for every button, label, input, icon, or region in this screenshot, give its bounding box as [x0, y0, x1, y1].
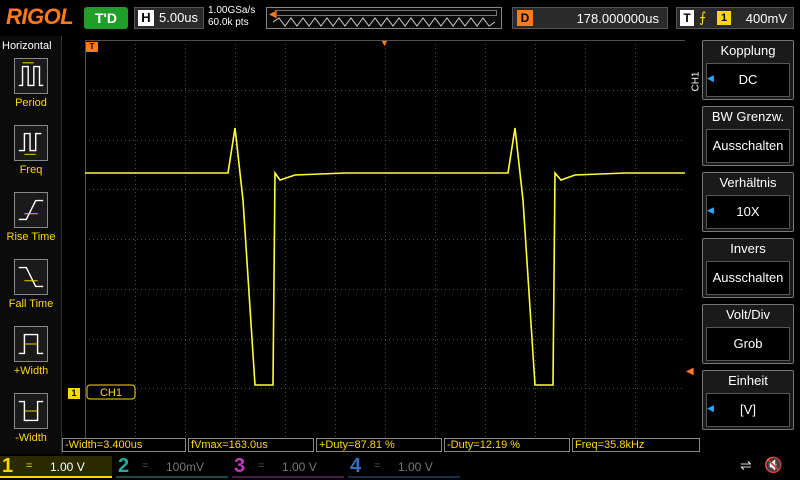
- measurement-negative-width[interactable]: -Width=3.400us: [62, 438, 186, 452]
- channel-scale: 100mV: [166, 460, 205, 474]
- trigger-label: T: [680, 10, 694, 26]
- measurement-vmax-time[interactable]: fVmax=163.0us: [188, 438, 314, 452]
- sidebar-title: Horizontal: [2, 40, 52, 52]
- channel-2-status[interactable]: 2 = 100mV: [116, 455, 228, 478]
- menu-item-value: Ausschalten: [706, 129, 790, 163]
- measure-sidebar: Horizontal Period Freq Rise Time Fall Ti…: [0, 36, 62, 456]
- measure-item-period[interactable]: Period: [0, 58, 62, 109]
- trigger-level: 400mV: [745, 11, 787, 26]
- acquisition-info: 1.00GSa/s 60.0k pts: [208, 5, 255, 29]
- trigger-level-marker-icon[interactable]: ◀: [686, 366, 694, 377]
- menu-item-value: [V]: [706, 393, 790, 427]
- trigger-box[interactable]: T ⨍ 1 400mV: [676, 7, 794, 29]
- measure-item-label: -Width: [15, 432, 47, 444]
- frequency-icon: [14, 125, 48, 161]
- memory-waveform-icon: [273, 17, 496, 27]
- measure-item-label: Freq: [19, 164, 43, 176]
- channel-scale: 1.00 V: [50, 460, 85, 474]
- menu-item-volt-div[interactable]: Volt/Div Grob: [702, 304, 794, 364]
- menu-item-label: Verhältnis: [719, 175, 777, 190]
- channel-menu: Kopplung DC ◀ BW Grenzw. Ausschalten Ver…: [702, 36, 800, 436]
- horizontal-scale-box[interactable]: H 5.00us: [134, 7, 204, 29]
- menu-item-coupling[interactable]: Kopplung DC ◀: [702, 40, 794, 100]
- negative-width-icon: [14, 393, 48, 429]
- delay-value: 178.000000us: [576, 11, 659, 26]
- menu-item-value: Ausschalten: [706, 261, 790, 295]
- rise-time-icon: [14, 192, 48, 228]
- menu-item-invert[interactable]: Invers Ausschalten: [702, 238, 794, 298]
- measurement-negative-duty[interactable]: -Duty=12.19 %: [444, 438, 570, 452]
- rising-edge-icon: ⨍: [699, 9, 707, 25]
- left-arrow-icon: ◀: [707, 73, 714, 83]
- usb-icon: ⇌: [740, 457, 752, 473]
- menu-item-bandwidth-limit[interactable]: BW Grenzw. Ausschalten: [702, 106, 794, 166]
- waveform-display[interactable]: CH1: [85, 40, 685, 438]
- measure-item-label: Fall Time: [8, 298, 54, 310]
- ch1-ground-marker[interactable]: 1: [68, 388, 80, 399]
- memory-depth: 60.0k pts: [208, 17, 249, 28]
- left-arrow-icon: ◀: [707, 205, 714, 215]
- channel-number: 2: [118, 455, 130, 477]
- delay-box[interactable]: D 178.000000us: [512, 7, 668, 29]
- menu-item-label: Kopplung: [720, 43, 776, 58]
- channel-scale: 1.00 V: [282, 460, 317, 474]
- measurement-bar: -Width=3.400us fVmax=163.0us +Duty=87.81…: [62, 438, 702, 452]
- menu-item-label: BW Grenzw.: [711, 109, 785, 124]
- coupling-icon: =: [258, 460, 265, 472]
- measure-item-fall-time[interactable]: Fall Time: [0, 259, 62, 310]
- left-arrow-icon: ◀: [707, 403, 714, 413]
- measure-item-positive-width[interactable]: +Width: [0, 326, 62, 377]
- menu-item-value: 10X: [706, 195, 790, 229]
- menu-item-label: Invers: [730, 241, 766, 256]
- menu-item-value: Grob: [706, 327, 790, 361]
- menu-item-probe-ratio[interactable]: Verhältnis 10X ◀: [702, 172, 794, 232]
- measurement-frequency[interactable]: Freq=35.8kHz: [572, 438, 700, 452]
- brand-logo: RIGOL: [6, 4, 74, 29]
- measure-item-rise-time[interactable]: Rise Time: [0, 192, 62, 243]
- speaker-muted-icon[interactable]: 🔇: [764, 456, 783, 474]
- channel-4-status[interactable]: 4 = 1.00 V: [348, 455, 460, 478]
- trigger-source: 1: [717, 11, 731, 25]
- coupling-icon: =: [142, 460, 149, 472]
- menu-item-unit[interactable]: Einheit [V] ◀: [702, 370, 794, 430]
- graticule: [85, 40, 685, 438]
- coupling-icon: =: [26, 460, 33, 472]
- fall-time-icon: [14, 259, 48, 295]
- measure-item-label: Rise Time: [6, 231, 56, 243]
- channel-1-status[interactable]: 1 = 1.00 V: [0, 455, 112, 478]
- memory-window: [275, 10, 497, 16]
- measure-item-label: Period: [15, 97, 47, 109]
- channel-number: 3: [234, 455, 246, 477]
- menu-item-label: Volt/Div: [725, 307, 771, 322]
- channel-number: 1: [2, 455, 14, 477]
- svg-text:CH1: CH1: [100, 387, 122, 399]
- delay-label: D: [517, 10, 533, 26]
- top-bar: RIGOL T'D H 5.00us 1.00GSa/s 60.0k pts ◀…: [0, 0, 800, 36]
- measurement-positive-duty[interactable]: +Duty=87.81 %: [316, 438, 442, 452]
- memory-overview[interactable]: ◀: [266, 7, 502, 29]
- channel-3-status[interactable]: 3 = 1.00 V: [232, 455, 344, 478]
- horizontal-label: H: [138, 10, 154, 26]
- horizontal-scale-value: 5.00us: [159, 10, 199, 25]
- menu-channel-tag: CH1: [690, 71, 702, 92]
- measure-item-label: +Width: [13, 365, 49, 377]
- channel-scale: 1.00 V: [398, 460, 433, 474]
- coupling-icon: =: [374, 460, 381, 472]
- positive-width-icon: [14, 326, 48, 362]
- sample-rate: 1.00GSa/s: [208, 5, 256, 16]
- trigger-time-marker[interactable]: T: [86, 42, 98, 52]
- ch1-label[interactable]: CH1: [86, 384, 136, 400]
- measure-item-frequency[interactable]: Freq: [0, 125, 62, 176]
- channel-number: 4: [350, 455, 362, 477]
- run-status-badge[interactable]: T'D: [84, 7, 128, 29]
- menu-item-label: Einheit: [728, 373, 768, 388]
- trigger-position-marker-icon[interactable]: ▼: [380, 38, 389, 48]
- menu-item-value: DC: [706, 63, 790, 97]
- period-icon: [14, 58, 48, 94]
- measure-item-negative-width[interactable]: -Width: [0, 393, 62, 444]
- channel-status-bar: 1 = 1.00 V 2 = 100mV 3 = 1.00 V 4 = 1.00…: [0, 454, 800, 480]
